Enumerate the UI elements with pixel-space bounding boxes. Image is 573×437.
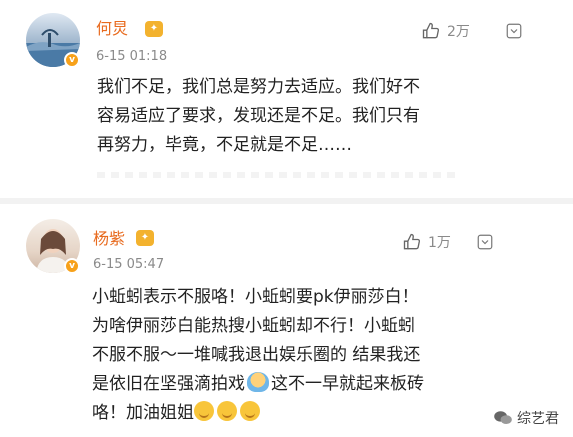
like-button[interactable]: 2万 — [421, 21, 470, 41]
sweat-smile-emoji-icon — [217, 401, 237, 421]
thumbs-up-icon — [422, 22, 440, 39]
thumbs-up-icon — [403, 233, 421, 250]
comment-text: 我们不足，我们总是努力去适应。我们好不 容易适应了要求，发现还是不足。我们只有 … — [97, 77, 420, 155]
divider-line — [97, 172, 457, 178]
username[interactable]: 何炅 — [96, 19, 128, 39]
vip-badge-icon: ✦ — [136, 230, 154, 246]
like-button[interactable]: 1万 — [402, 232, 451, 252]
verified-badge-icon: v — [64, 52, 80, 68]
vip-badge-icon: ✦ — [145, 21, 163, 37]
sweat-smile-emoji-icon — [240, 401, 260, 421]
chevron-down-icon[interactable] — [476, 233, 494, 251]
like-count: 1万 — [428, 235, 451, 251]
wechat-icon — [494, 411, 512, 424]
comment-text: 小蚯蚓表示不服咯！小蚯蚓要pk伊丽莎白！ 为啥伊丽莎白能热搜小蚯蚓却不行！小蚯蚓… — [92, 287, 424, 423]
watermark: 综艺君 — [491, 407, 561, 429]
comment-card: v 杨紫 ✦ 6-15 05:47 1万 小蚯蚓表示不服咯！小蚯蚓要pk伊丽莎白… — [0, 205, 573, 437]
username[interactable]: 杨紫 — [93, 229, 125, 249]
comment-card: v 何炅 ✦ 6-15 01:18 2万 我们不足，我们总是努力去适应。我们好不… — [0, 0, 573, 205]
sweat-smile-emoji-icon — [194, 401, 214, 421]
verified-badge-icon: v — [64, 258, 80, 274]
comment-divider — [0, 198, 573, 204]
chevron-down-icon[interactable] — [505, 22, 523, 40]
like-count: 2万 — [447, 24, 470, 40]
comment-timestamp: 6-15 01:18 — [96, 49, 168, 64]
baby-emoji-icon — [247, 372, 269, 392]
comment-timestamp: 6-15 05:47 — [93, 257, 165, 272]
